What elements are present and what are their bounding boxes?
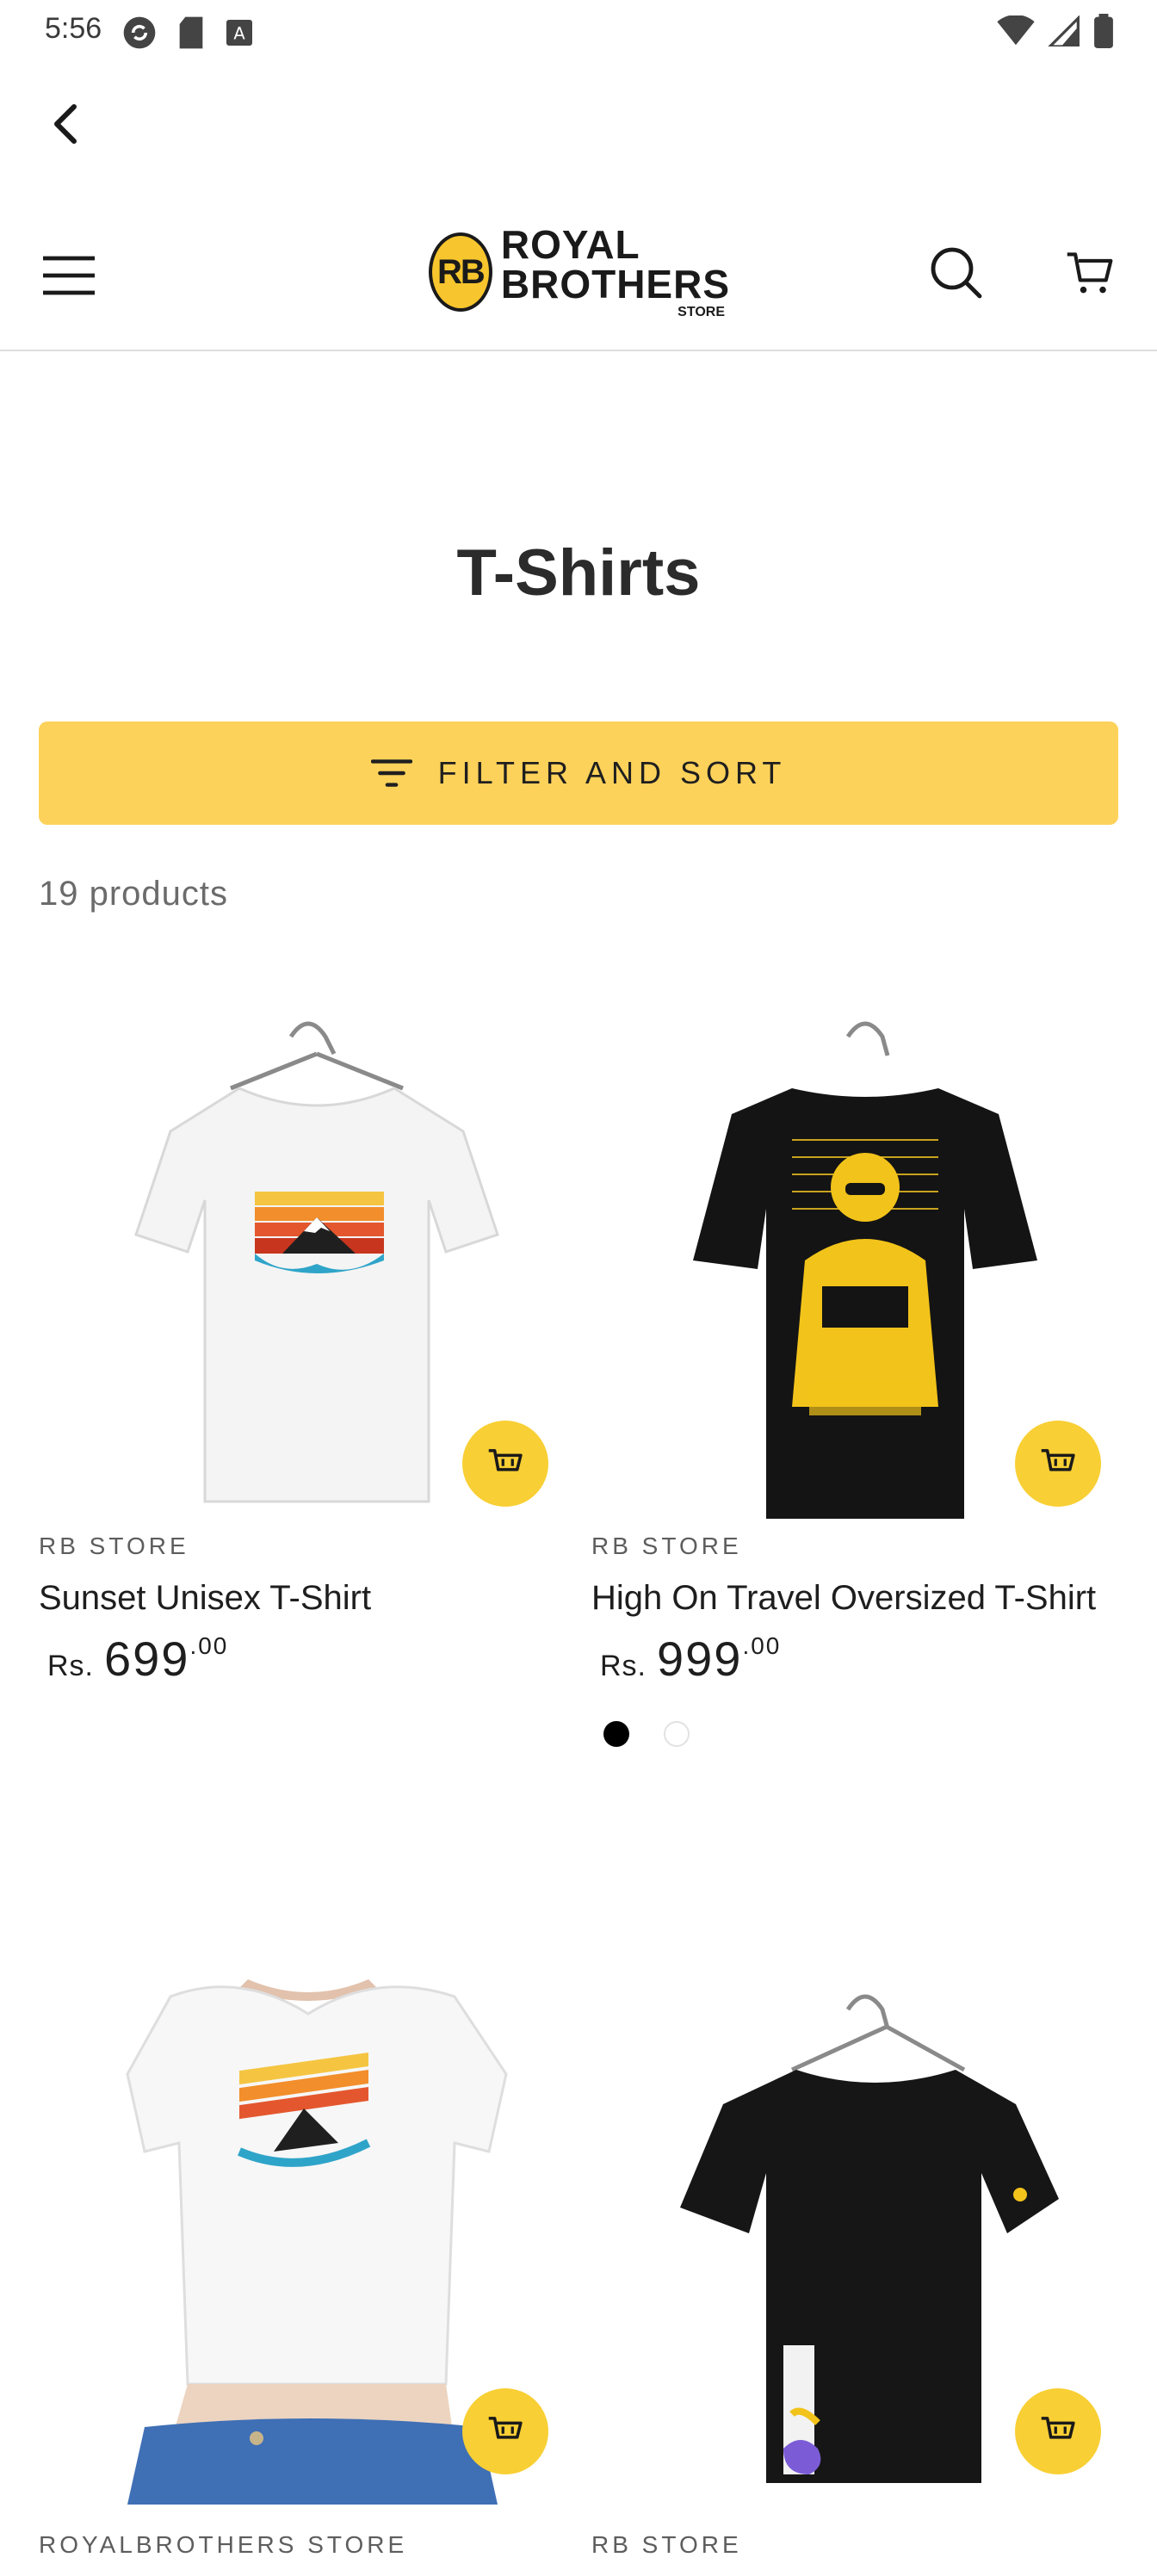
add-to-cart-icon [488, 2417, 523, 2439]
logo-line-store: STORE [677, 305, 725, 319]
wifi-icon [997, 15, 1035, 46]
search-button[interactable] [919, 236, 992, 308]
filter-and-sort-button[interactable]: FILTER AND SORT [39, 721, 1118, 825]
quick-add-button[interactable] [1015, 2388, 1101, 2474]
logo-line-brothers: BROTHERS [500, 262, 730, 307]
price-amount: 699 [104, 1632, 190, 1686]
price-decimals: .00 [189, 1632, 229, 1659]
filter-lines-icon [370, 759, 412, 787]
price-currency: Rs. [600, 1650, 647, 1682]
color-swatches [603, 1721, 1130, 1747]
quick-add-button[interactable] [462, 2388, 548, 2474]
logo-line-royal: ROYAL [500, 222, 640, 267]
shopping-cart-icon [1067, 252, 1113, 294]
sync-icon [123, 16, 156, 49]
sd-card-icon [179, 16, 203, 49]
product-vendor: RB STORE [39, 1533, 189, 1559]
product-vendor: RB STORE [591, 1533, 742, 1559]
tshirt-sunset-image [134, 1021, 499, 1503]
product-name[interactable]: Sunset Unisex T-Shirt [39, 1570, 578, 1625]
back-button[interactable] [38, 96, 93, 152]
add-to-cart-icon [488, 1449, 523, 1471]
chevron-left-icon [54, 104, 77, 144]
keyboard-icon: A [226, 20, 252, 46]
product-card[interactable]: RB STORE Sunset Unisex T-Shirt Rs. 699 .… [39, 1002, 578, 1687]
status-system-icons [997, 14, 1114, 48]
tshirt-black-print-image [680, 1994, 1059, 2483]
add-to-cart-icon [1041, 2417, 1075, 2439]
add-to-cart-icon [1041, 1449, 1075, 1471]
product-vendor: ROYALBROTHERS STORE [39, 2531, 408, 2558]
status-time: 5:56 [45, 12, 102, 45]
product-vendor: RB STORE [591, 2531, 742, 2558]
product-card[interactable]: ROYALBROTHERS STORE [39, 1979, 578, 2559]
product-image[interactable] [39, 1002, 578, 1519]
svg-text:A: A [233, 24, 245, 44]
logo-wordmark: ROYAL BROTHERS STORE [501, 225, 730, 319]
product-image[interactable] [591, 1002, 1130, 1519]
product-count: 19 products [39, 875, 229, 913]
product-name[interactable]: High On Travel Oversized T-Shirt [591, 1570, 1130, 1625]
store-logo[interactable]: RB ROYAL BROTHERS STORE [429, 220, 730, 324]
quick-add-button[interactable] [1015, 1421, 1101, 1507]
cart-button[interactable] [1054, 236, 1126, 308]
product-price: Rs. 699 .00 [47, 1631, 578, 1687]
product-image[interactable] [39, 1979, 578, 2505]
product-card[interactable]: RB STORE High On Travel Oversized T-Shir… [591, 1002, 1130, 1747]
tshirt-high-on-travel-image [693, 1021, 1037, 1519]
hamburger-menu-icon [43, 256, 95, 295]
price-decimals: .00 [742, 1632, 782, 1659]
swatch-white[interactable] [664, 1721, 690, 1747]
filter-and-sort-label: FILTER AND SORT [437, 755, 787, 790]
page-title: T-Shirts [456, 536, 701, 610]
store-header: RB ROYAL BROTHERS STORE [0, 196, 1157, 351]
price-currency: Rs. [47, 1650, 94, 1682]
swatch-black[interactable] [603, 1721, 629, 1747]
product-price: Rs. 999 .00 [600, 1631, 1130, 1687]
search-icon [931, 247, 982, 299]
quick-add-button[interactable] [462, 1421, 548, 1507]
battery-icon [1094, 14, 1113, 48]
status-notification-icons: A [121, 14, 255, 52]
signal-icon [1048, 15, 1080, 46]
logo-badge: RB [429, 232, 492, 312]
status-bar: 5:56 A [0, 0, 1157, 62]
price-amount: 999 [657, 1632, 743, 1686]
product-image[interactable] [591, 1984, 1130, 2500]
menu-button[interactable] [34, 241, 103, 310]
crop-top-model-image [126, 1979, 508, 2505]
product-card[interactable]: RB STORE [591, 1984, 1130, 2559]
